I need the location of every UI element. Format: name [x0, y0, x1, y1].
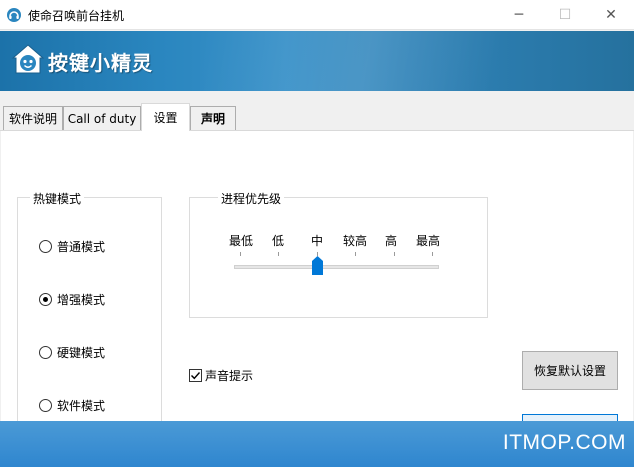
priority-label-normal: 中 — [310, 234, 324, 248]
banner-highlight — [200, 31, 620, 91]
restore-defaults-button[interactable]: 恢复默认设置 — [522, 351, 618, 390]
radio-hardware-mode[interactable]: 硬键模式 — [39, 344, 105, 361]
headset-icon — [7, 8, 21, 22]
radio-label: 普通模式 — [57, 240, 106, 254]
watermark-bar: ITMOP.COM — [0, 421, 634, 467]
slider-tick — [240, 252, 241, 256]
tab-strip: 软件说明 Call of duty 设置 声明 — [0, 92, 634, 132]
slider-tick — [278, 252, 279, 256]
title-bar: 使命召唤前台挂机 ─ ☐ ✕ — [0, 0, 634, 30]
checkmark-icon — [191, 372, 201, 380]
process-priority-title: 进程优先级 — [218, 190, 285, 207]
slider-tick — [432, 252, 433, 256]
tab-settings[interactable]: 设置 — [141, 103, 190, 131]
radio-normal-mode[interactable]: 普通模式 — [39, 238, 105, 255]
radio-button-checked[interactable] — [39, 293, 52, 306]
minimize-icon: ─ — [514, 7, 524, 23]
radio-button[interactable] — [39, 240, 52, 253]
radio-enhanced-mode[interactable]: 增强模式 — [39, 291, 105, 308]
tab-statement[interactable]: 声明 — [190, 106, 236, 130]
sound-prompt-label: 声音提示 — [205, 369, 254, 383]
hotkey-mode-title: 热键模式 — [30, 190, 85, 207]
slider-tick — [394, 252, 395, 256]
slider-tick — [355, 252, 356, 256]
priority-label-high: 高 — [384, 234, 398, 248]
maximize-icon: ☐ — [558, 7, 572, 23]
sound-prompt-checkbox[interactable] — [189, 369, 202, 382]
maximize-button[interactable]: ☐ — [542, 0, 588, 30]
close-icon: ✕ — [605, 7, 617, 23]
brand-logo-text: 按键小精灵 — [48, 51, 153, 75]
priority-slider-thumb[interactable] — [312, 256, 323, 275]
process-priority-group — [189, 197, 488, 318]
window-title: 使命召唤前台挂机 — [28, 9, 125, 23]
priority-label-highest: 最高 — [415, 234, 441, 248]
minimize-button[interactable]: ─ — [496, 0, 542, 30]
priority-label-above-normal: 较高 — [342, 234, 368, 248]
radio-software-mode[interactable]: 软件模式 — [39, 397, 105, 414]
radio-button[interactable] — [39, 346, 52, 359]
radio-label: 软件模式 — [57, 399, 106, 413]
sound-prompt-option[interactable]: 声音提示 — [189, 367, 253, 384]
priority-label-lowest: 最低 — [228, 234, 254, 248]
radio-label: 硬键模式 — [57, 346, 106, 360]
radio-button[interactable] — [39, 399, 52, 412]
tab-call-of-duty[interactable]: Call of duty — [63, 106, 141, 130]
radio-label: 增强模式 — [57, 293, 106, 307]
watermark-text: ITMOP.COM — [502, 431, 626, 454]
tab-software-info[interactable]: 软件说明 — [3, 106, 63, 130]
header-banner: 按键小精灵 — [0, 31, 634, 91]
priority-label-low: 低 — [271, 234, 285, 248]
close-button[interactable]: ✕ — [588, 0, 634, 30]
priority-slider-track[interactable] — [234, 265, 439, 269]
house-face-icon — [11, 44, 45, 74]
